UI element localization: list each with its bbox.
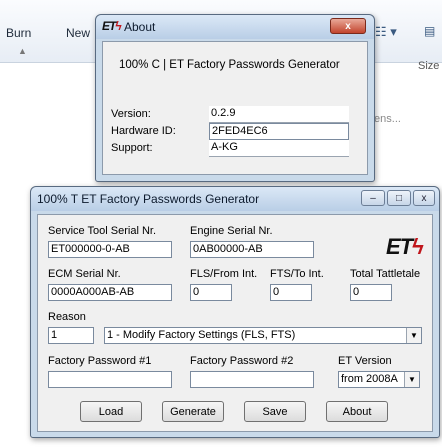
support-value: A-KG	[209, 140, 349, 157]
fls-label: FLS/From Int.	[190, 268, 258, 280]
password1-label: Factory Password #1	[48, 355, 152, 367]
hardware-id-value[interactable]: 2FED4EC6	[209, 123, 349, 140]
generator-close-button[interactable]: x	[413, 190, 435, 206]
version-label: Version:	[111, 108, 151, 120]
ecm-serial-input[interactable]: 0000A000AB-AB	[48, 284, 172, 301]
chevron-down-icon[interactable]: ▼	[404, 372, 419, 387]
version-value: 0.2.9	[209, 106, 349, 123]
generator-titlebar[interactable]: 100% T ET Factory Passwords Generator – …	[31, 187, 439, 211]
maximize-icon: □	[395, 192, 403, 204]
support-label: Support:	[111, 142, 153, 154]
service-tool-label: Service Tool Serial Nr.	[48, 225, 157, 237]
password1-input[interactable]	[48, 371, 172, 388]
burn-button[interactable]: Burn	[6, 26, 31, 40]
tattletale-input[interactable]: 0	[350, 284, 392, 301]
close-icon: x	[421, 192, 427, 204]
sort-arrow-icon: ▲	[18, 46, 27, 56]
et-logo-icon: ETϟ	[386, 234, 424, 259]
generator-window: 100% T ET Factory Passwords Generator – …	[30, 186, 440, 438]
about-title: About	[124, 20, 156, 34]
et-version-dropdown[interactable]: from 2008A ▼	[338, 371, 420, 388]
engine-serial-label: Engine Serial Nr.	[190, 225, 273, 237]
size-column-header[interactable]: Size	[418, 60, 439, 72]
new-button[interactable]: New	[66, 26, 90, 40]
ecm-serial-label: ECM Serial Nr.	[48, 268, 121, 280]
et-app-icon: ETϟ	[102, 19, 122, 33]
layout-icon[interactable]: ▤	[424, 24, 435, 38]
fls-input[interactable]: 0	[190, 284, 232, 301]
about-client-area: 100% C | ET Factory Passwords Generator …	[102, 41, 368, 175]
et-version-selected-text: from 2008A	[341, 373, 398, 385]
maximize-button[interactable]: □	[387, 190, 411, 206]
about-titlebar[interactable]: ETϟ About x	[96, 15, 374, 39]
about-dialog: ETϟ About x 100% C | ET Factory Password…	[95, 14, 375, 182]
save-button[interactable]: Save	[244, 401, 306, 422]
load-button[interactable]: Load	[80, 401, 142, 422]
tattletale-label: Total Tattletale	[350, 268, 421, 280]
reason-code-input[interactable]: 1	[48, 327, 94, 344]
minimize-button[interactable]: –	[361, 190, 385, 206]
hardware-id-label: Hardware ID:	[111, 125, 176, 137]
et-version-label: ET Version	[338, 355, 392, 367]
chevron-down-icon[interactable]: ▼	[406, 328, 421, 343]
minimize-icon: –	[370, 192, 376, 204]
password2-input[interactable]	[190, 371, 314, 388]
about-product-line: 100% C | ET Factory Passwords Generator	[119, 59, 340, 71]
generator-client-area: Service Tool Serial Nr. ET000000-0-AB En…	[37, 214, 433, 432]
about-close-button[interactable]: x	[330, 18, 366, 34]
service-tool-input[interactable]: ET000000-0-AB	[48, 241, 172, 258]
fts-input[interactable]: 0	[270, 284, 312, 301]
background-partial-text: tens...	[371, 113, 401, 125]
view-options-icon[interactable]: ☷ ▾	[375, 24, 397, 40]
reason-selected-text: 1 - Modify Factory Settings (FLS, FTS)	[107, 329, 296, 341]
reason-dropdown[interactable]: 1 - Modify Factory Settings (FLS, FTS) ▼	[104, 327, 422, 344]
generate-button[interactable]: Generate	[162, 401, 224, 422]
password2-label: Factory Password #2	[190, 355, 294, 367]
about-button[interactable]: About	[326, 401, 388, 422]
close-icon: x	[345, 20, 351, 32]
reason-label: Reason	[48, 311, 86, 323]
generator-title: 100% T ET Factory Passwords Generator	[37, 192, 260, 206]
engine-serial-input[interactable]: 0AB00000-AB	[190, 241, 314, 258]
fts-label: FTS/To Int.	[270, 268, 324, 280]
